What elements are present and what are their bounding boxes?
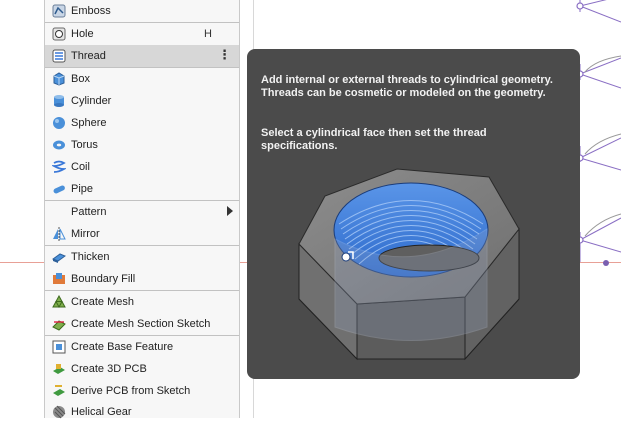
menu-item-mirror[interactable]: Mirror	[45, 223, 239, 245]
menu-item-box[interactable]: Box	[45, 68, 239, 90]
menu-item-pattern[interactable]: Pattern	[45, 201, 239, 223]
hole-icon	[52, 27, 66, 41]
coil-icon	[52, 160, 66, 174]
pcb-3d-icon	[52, 362, 66, 376]
base-feature-icon	[52, 340, 66, 354]
pipe-icon	[52, 182, 66, 196]
menu-item-thicken[interactable]: Thicken	[45, 246, 239, 268]
menu-item-create-3d-pcb[interactable]: Create 3D PCB	[45, 358, 239, 380]
menu-item-boundary-fill[interactable]: Boundary Fill	[45, 268, 239, 290]
menu-item-hole[interactable]: Hole H	[45, 23, 239, 45]
menu-item-derive-pcb-from-sketch[interactable]: Derive PCB from Sketch	[45, 380, 239, 402]
tool-tooltip: Add internal or external threads to cyli…	[247, 49, 580, 379]
menu-item-thread[interactable]: Thread ⋮	[45, 45, 239, 67]
emboss-icon	[52, 4, 66, 18]
submenu-arrow-icon	[227, 206, 233, 216]
sphere-icon	[52, 116, 66, 130]
box-icon	[52, 72, 66, 86]
cylinder-icon	[52, 94, 66, 108]
torus-icon	[52, 138, 66, 152]
menu-item-cylinder[interactable]: Cylinder	[45, 90, 239, 112]
menu-item-coil[interactable]: Coil	[45, 156, 239, 178]
menu-item-sphere[interactable]: Sphere	[45, 112, 239, 134]
helical-gear-icon	[52, 405, 66, 419]
menu-item-create-mesh-section-sketch[interactable]: Create Mesh Section Sketch	[45, 313, 239, 335]
boundary-fill-icon	[52, 272, 66, 286]
mesh-section-sketch-icon	[52, 317, 66, 331]
thread-icon	[52, 49, 66, 63]
create-mesh-icon	[52, 295, 66, 309]
threaded-nut-illustration	[298, 168, 520, 361]
thicken-icon	[52, 250, 66, 264]
menu-item-create-mesh[interactable]: Create Mesh	[45, 291, 239, 313]
menu-item-pipe[interactable]: Pipe	[45, 178, 239, 200]
menu-item-create-base-feature[interactable]: Create Base Feature	[45, 336, 239, 358]
derive-pcb-icon	[52, 384, 66, 398]
menu-item-torus[interactable]: Torus	[45, 134, 239, 156]
menu-item-emboss[interactable]: Emboss	[45, 0, 239, 22]
context-menu: Emboss Hole H Thread ⋮ Box Cylinder Sphe…	[44, 0, 240, 419]
mirror-icon	[52, 227, 66, 241]
more-options-icon[interactable]: ⋮	[218, 48, 231, 62]
menu-item-helical-gear[interactable]: Helical Gear	[45, 401, 239, 423]
canvas-geometry	[576, 0, 621, 266]
